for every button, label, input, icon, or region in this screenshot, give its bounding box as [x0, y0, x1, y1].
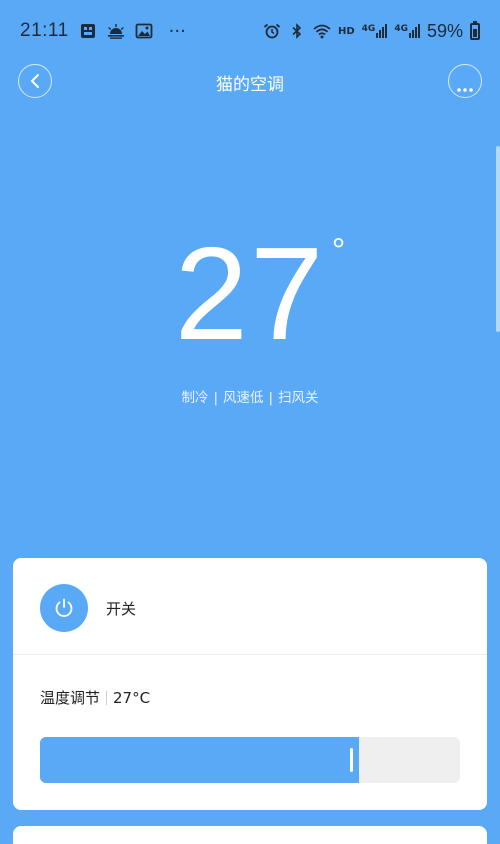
power-button[interactable] [40, 584, 88, 632]
more-notifications: ··· [168, 20, 186, 42]
status-bar: 21:11 ··· HD 4G 4G 59% [0, 0, 500, 62]
temperature-slider[interactable] [40, 737, 460, 783]
sim-card-icon [79, 23, 97, 39]
network-signal-2: 4G [394, 24, 420, 38]
network-signal-1: 4G [362, 24, 388, 38]
temperature-adjust-label: 温度调节 [40, 689, 101, 707]
temperature-adjust-value: 27°C [113, 688, 151, 707]
next-card [13, 826, 487, 844]
mode-text: 制冷 [181, 390, 209, 406]
hd-badge: HD [337, 25, 355, 37]
power-icon [53, 597, 75, 619]
battery-icon [470, 20, 480, 40]
network-type-1: 4G [361, 24, 376, 34]
wifi-icon [313, 23, 331, 39]
temperature-adjust-header: 温度调节 27°C [40, 687, 150, 708]
mode-status: 制冷 | 风速低 | 扫风关 [0, 386, 500, 406]
alarm-icon [263, 23, 281, 39]
slider-handle[interactable] [350, 748, 353, 772]
control-card: 开关 温度调节 27°C [13, 558, 487, 810]
degree-symbol: ° [331, 232, 348, 270]
temperature-display: 27 ° [0, 228, 500, 360]
battery-percent: 59% [426, 20, 463, 41]
page-title: 猫的空调 [216, 75, 284, 95]
bluetooth-icon [288, 23, 306, 39]
signal-bars-icon [408, 24, 420, 38]
status-left: 21:11 ··· [20, 20, 186, 42]
swing-text: 扫风关 [278, 390, 319, 406]
temperature-value: 27 [174, 220, 326, 367]
more-button[interactable] [448, 64, 482, 98]
ellipsis-icon [456, 78, 474, 92]
power-row: 开关 [13, 558, 487, 655]
status-time: 21:11 [20, 20, 69, 41]
separator: | [213, 390, 218, 406]
label-divider [106, 690, 108, 705]
separator: | [268, 390, 274, 406]
battery-fill [473, 28, 477, 37]
temperature-readout: 27 ° [175, 228, 346, 360]
nav-bar: 猫的空调 [0, 62, 500, 100]
network-type-2: 4G [394, 24, 408, 34]
power-label: 开关 [106, 600, 137, 618]
signal-bars-icon [376, 24, 388, 38]
fan-speed-text: 风速低 [223, 390, 264, 406]
weather-sunrise-icon [107, 23, 125, 39]
image-icon [135, 23, 153, 39]
slider-fill [40, 737, 359, 783]
status-right: HD 4G 4G 59% [263, 20, 480, 42]
